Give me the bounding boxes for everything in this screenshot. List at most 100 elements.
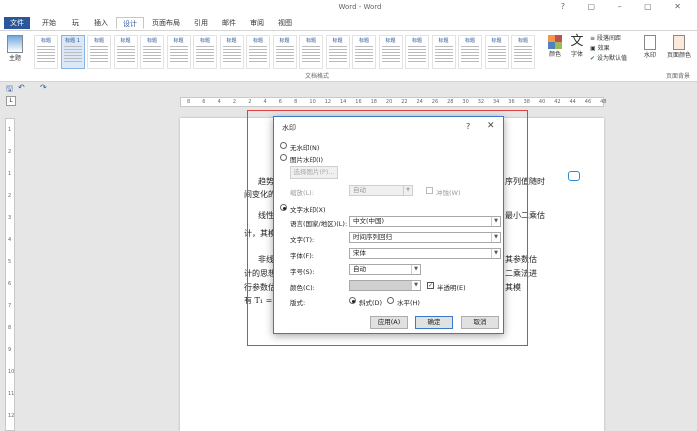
vruler-tick: 1 xyxy=(8,171,12,177)
font-select[interactable]: 宋体 ▼ xyxy=(349,248,501,259)
comment-icon[interactable] xyxy=(568,171,580,181)
help-icon[interactable]: ? xyxy=(466,122,470,131)
thumb-line xyxy=(90,46,108,47)
ruler-tick: 10 xyxy=(309,99,316,105)
apply-button[interactable]: 应用(A) xyxy=(370,316,408,329)
tab-7[interactable]: 邮件 xyxy=(216,17,242,29)
style-thumb[interactable]: 标题 xyxy=(87,35,111,69)
style-thumb[interactable]: 标题 xyxy=(34,35,58,69)
set-default-label: 设为默认值 xyxy=(596,55,627,62)
window-controls[interactable]: ? ▢ – ▢ ✕ xyxy=(561,2,691,11)
vruler-tick: 2 xyxy=(8,193,12,199)
thumb-line xyxy=(434,52,453,53)
color-select[interactable]: ▼ xyxy=(349,280,421,291)
washout-label: 冲蚀(W) xyxy=(436,189,461,197)
close-icon[interactable]: ✕ xyxy=(487,121,495,131)
style-thumb[interactable]: 标题 xyxy=(352,35,376,69)
fonts-button[interactable]: 文 字体 xyxy=(568,35,586,59)
watermark-button[interactable]: 水印 xyxy=(640,35,660,59)
style-thumb[interactable]: 标题 xyxy=(272,35,297,69)
set-default-button[interactable]: ✔ 设为默认值 xyxy=(590,54,627,63)
thumb-line xyxy=(116,61,135,62)
horizontal-radio[interactable] xyxy=(387,297,394,304)
tab-5[interactable]: 页面布局 xyxy=(146,17,186,29)
style-thumb-title: 标题 xyxy=(517,38,528,44)
ruler-tick: 14 xyxy=(340,99,347,105)
ruler-tick: 22 xyxy=(401,99,408,105)
tab-3[interactable]: 插入 xyxy=(88,17,114,29)
tab-selector[interactable]: L xyxy=(6,96,16,106)
thumb-line xyxy=(302,55,320,56)
thumb-line xyxy=(461,55,479,56)
tab-8[interactable]: 审阅 xyxy=(244,17,270,29)
vertical-ruler[interactable]: 1 2 1 2 3 4 5 6 7 8 9 10 11 12 xyxy=(5,118,15,431)
page-color-button[interactable]: 页面颜色 xyxy=(663,35,695,59)
thumb-line xyxy=(143,52,161,53)
style-thumb[interactable]: 标题 xyxy=(299,35,323,69)
thumb-line xyxy=(328,55,347,56)
style-thumb[interactable]: 标题 xyxy=(378,35,403,69)
themes-icon xyxy=(7,35,23,53)
tab-9[interactable]: 视图 xyxy=(272,17,298,29)
horizontal-ruler[interactable]: 8 6 4 2 2 4 6 8 10 12 14 16 18 20 22 24 26 28 30 32 34 36 38 40… xyxy=(180,97,606,107)
ribbon-tabs: 文件 开始玩插入 设计 页面布局 引用 邮件 审阅 视图 xyxy=(0,16,697,30)
style-thumb[interactable]: 标题 xyxy=(219,35,244,69)
thumb-line xyxy=(355,52,373,53)
ruler-tick: 32 xyxy=(477,99,485,105)
select-picture-button[interactable]: 选择图片(P)... xyxy=(290,166,338,179)
tab-0[interactable]: 文件 xyxy=(4,17,30,29)
size-select[interactable]: 自动 ▼ xyxy=(349,264,421,275)
thumb-line xyxy=(196,55,214,56)
style-thumb[interactable]: 标题 1 xyxy=(60,35,85,69)
redo-icon[interactable]: ↷ xyxy=(40,83,47,92)
undo-icon[interactable]: ↶ xyxy=(18,83,25,92)
picture-watermark-radio[interactable] xyxy=(280,154,287,161)
style-thumb-title: 标题 xyxy=(385,38,396,44)
thumb-line xyxy=(116,46,135,47)
style-thumb[interactable]: 标题 xyxy=(511,35,535,69)
thumb-line xyxy=(169,52,188,53)
thumb-line xyxy=(302,58,320,59)
text-combobox[interactable]: 时间序列回归 ▼ xyxy=(349,232,501,243)
ok-button[interactable]: 确定 xyxy=(415,316,453,329)
diagonal-radio[interactable] xyxy=(349,297,356,304)
paragraph-spacing-button[interactable]: ≡ 段落间距 xyxy=(590,34,621,43)
semitransparent-checkbox[interactable]: ✓ xyxy=(427,282,434,289)
style-thumb[interactable]: 标题 xyxy=(431,35,456,69)
thumb-line xyxy=(461,46,479,47)
tab-2[interactable]: 玩 xyxy=(66,17,85,29)
thumb-line xyxy=(222,49,241,50)
style-thumb[interactable]: 标题 xyxy=(193,35,217,69)
text-watermark-radio[interactable] xyxy=(280,204,287,211)
thumb-line xyxy=(408,52,426,53)
thumb-line xyxy=(487,61,506,62)
style-thumb[interactable]: 标题 xyxy=(113,35,138,69)
dialog-title: 水印 xyxy=(282,124,296,132)
themes-button[interactable]: 主题 xyxy=(4,35,26,62)
style-thumb[interactable]: 标题 xyxy=(246,35,270,69)
style-thumb[interactable]: 标题 xyxy=(405,35,429,69)
color-label: 颜色(C): xyxy=(290,284,315,292)
thumb-line xyxy=(434,61,453,62)
spacing-icon: ≡ xyxy=(590,35,597,42)
no-watermark-radio[interactable] xyxy=(280,142,287,149)
scale-select[interactable]: 自动 ▼ xyxy=(349,185,413,196)
language-select[interactable]: 中文(中国) ▼ xyxy=(349,216,501,227)
cancel-button[interactable]: 取消 xyxy=(461,316,499,329)
washout-checkbox[interactable] xyxy=(426,187,433,194)
tab-1[interactable]: 开始 xyxy=(36,17,62,29)
style-thumb-title: 标题 xyxy=(279,38,290,44)
style-thumb[interactable]: 标题 xyxy=(140,35,164,69)
effects-button[interactable]: ▣ 效果 xyxy=(590,44,610,53)
thumb-line xyxy=(143,49,161,50)
tab-6[interactable]: 引用 xyxy=(188,17,214,29)
tab-4[interactable]: 设计 xyxy=(116,17,144,29)
style-thumb[interactable]: 标题 xyxy=(484,35,509,69)
style-thumb-title: 标题 xyxy=(252,38,263,44)
style-thumb[interactable]: 标题 xyxy=(166,35,191,69)
style-thumb[interactable]: 标题 xyxy=(458,35,482,69)
colors-button[interactable]: 颜色 xyxy=(546,35,564,58)
font-value: 宋体 xyxy=(353,249,366,257)
thumb-line xyxy=(196,46,214,47)
style-thumb[interactable]: 标题 xyxy=(325,35,350,69)
